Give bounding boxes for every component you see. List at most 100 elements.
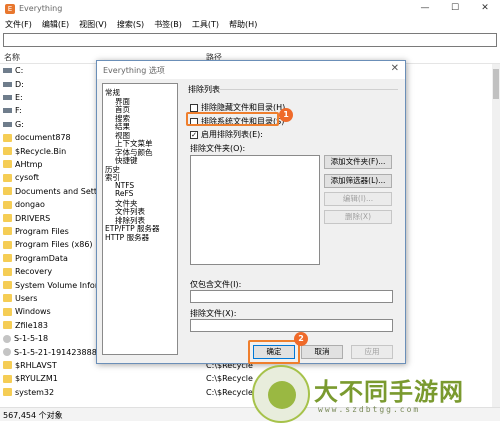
add-filter-button[interactable]: 添加筛选器(L)...	[324, 174, 392, 188]
section-divider	[220, 89, 398, 90]
item-name: Windows	[15, 307, 51, 317]
watermark-text: 大不同手游网	[314, 378, 464, 406]
folder-icon	[3, 254, 12, 263]
scrollbar-thumb[interactable]	[493, 69, 499, 99]
user-icon	[3, 334, 11, 343]
folder-icon	[3, 160, 12, 169]
drive-icon	[3, 68, 12, 74]
folder-icon	[3, 294, 12, 303]
item-name: Recovery	[15, 267, 53, 277]
exclude-files-label: 排除文件(X):	[190, 309, 237, 318]
apply-button[interactable]: 应用	[351, 345, 393, 359]
folder-icon	[3, 388, 12, 397]
item-path: C:\$Recycle	[206, 387, 253, 397]
folder-icon	[3, 147, 12, 156]
cancel-button[interactable]: 取消	[301, 345, 343, 359]
item-name: DRIVERS	[15, 213, 51, 223]
item-name: cysoft	[15, 173, 40, 183]
item-name: E:	[15, 92, 23, 102]
add-folder-button[interactable]: 添加文件夹(F)...	[324, 155, 392, 169]
item-name: Program Files	[15, 226, 69, 236]
folder-icon	[3, 200, 12, 209]
folder-icon	[3, 321, 12, 330]
exclude-folders-label: 排除文件夹(O):	[190, 144, 246, 153]
enable-exclude-list-label: 启用排除列表(E):	[201, 130, 263, 139]
minimize-icon[interactable]: —	[410, 0, 440, 17]
item-name: C:	[15, 66, 24, 76]
search-input[interactable]	[4, 34, 496, 46]
column-header-name[interactable]: 名称	[4, 52, 20, 63]
enable-exclude-list-option[interactable]: ✓ 启用排除列表(E):	[190, 129, 263, 140]
watermark-logo-core	[268, 381, 296, 409]
step-badge-1: 1	[279, 108, 293, 122]
folder-icon	[3, 227, 12, 236]
item-name: G:	[15, 119, 24, 129]
delete-button[interactable]: 删除(X)	[324, 210, 392, 224]
drive-icon	[3, 94, 12, 100]
folder-icon	[3, 214, 12, 223]
search-box	[3, 33, 497, 47]
drive-icon	[3, 81, 12, 87]
watermark-logo	[252, 365, 310, 423]
close-icon[interactable]: ✕	[470, 0, 500, 17]
item-name: F:	[15, 106, 22, 116]
folder-icon	[3, 240, 12, 249]
vertical-scrollbar[interactable]	[492, 64, 500, 407]
menu-file[interactable]: 文件(F)	[0, 19, 37, 30]
folder-icon	[3, 361, 12, 370]
menu-search[interactable]: 搜索(S)	[112, 19, 149, 30]
folder-icon	[3, 133, 12, 142]
user-icon	[3, 348, 11, 357]
include-only-input[interactable]	[190, 290, 393, 303]
item-name: Zfile183	[15, 320, 48, 330]
dialog-close-icon[interactable]: ✕	[391, 63, 399, 74]
maximize-icon[interactable]: ☐	[440, 0, 470, 17]
drive-icon	[3, 121, 12, 127]
drive-icon	[3, 108, 12, 114]
item-name: Users	[15, 293, 38, 303]
include-only-label: 仅包含文件(I):	[190, 280, 242, 289]
menu-bookmarks[interactable]: 书签(B)	[149, 19, 187, 30]
step-badge-2: 2	[294, 332, 308, 346]
menu-view[interactable]: 视图(V)	[74, 19, 112, 30]
item-name: Documents and Settin	[15, 186, 97, 196]
edit-button[interactable]: 编辑(I)...	[324, 192, 392, 206]
item-name: $RYULZM1	[15, 374, 58, 384]
folder-icon	[3, 374, 12, 383]
object-count: 567,454 个对象	[3, 411, 63, 420]
folder-icon	[3, 173, 12, 182]
exclude-files-input[interactable]	[190, 319, 393, 332]
menu-bar: 文件(F) 编辑(E) 视图(V) 搜索(S) 书签(B) 工具(T) 帮助(H…	[0, 17, 500, 32]
item-name: $RHLAVST	[15, 360, 57, 370]
item-name: Program Files (x86)	[15, 240, 93, 250]
folder-icon	[3, 267, 12, 276]
item-name: S-1-5-18	[14, 334, 49, 344]
folder-icon	[3, 187, 12, 196]
item-name: ProgramData	[15, 253, 68, 263]
everything-app-icon: E	[5, 3, 15, 14]
enable-exclude-list-checkbox[interactable]: ✓	[190, 130, 198, 139]
menu-edit[interactable]: 编辑(E)	[37, 19, 74, 30]
window-title: Everything	[19, 4, 63, 13]
item-path: C:\$Recycle	[206, 374, 253, 384]
section-title: 排除列表	[188, 85, 220, 94]
watermark-url: www.szdbtgg.com	[318, 405, 421, 414]
dialog-title-bar: Everything 选项 ✕	[97, 61, 405, 79]
item-name: D:	[15, 79, 24, 89]
exclude-hidden-checkbox[interactable]	[190, 103, 198, 112]
tree-item[interactable]: HTTP 服务器	[105, 232, 149, 243]
options-dialog: Everything 选项 ✕ 常规 界面 首页 搜索 结果 视图 上下文菜单 字体与颜色 快捷…	[96, 60, 406, 364]
exclude-folders-list[interactable]	[190, 155, 320, 265]
menu-help[interactable]: 帮助(H)	[224, 19, 262, 30]
item-name: system32	[15, 387, 55, 397]
item-name: $Recycle.Bin	[15, 146, 67, 156]
item-name: dongao	[15, 200, 45, 210]
menu-tools[interactable]: 工具(T)	[187, 19, 224, 30]
highlight-box-ok	[248, 340, 300, 364]
item-name: System Volume Inforn	[15, 280, 97, 290]
window-title-bar: E Everything — ☐ ✕	[0, 0, 500, 17]
folder-icon	[3, 281, 12, 290]
folder-icon	[3, 307, 12, 316]
status-bar: 567,454 个对象	[0, 407, 500, 421]
item-name: AHtmp	[15, 159, 43, 169]
